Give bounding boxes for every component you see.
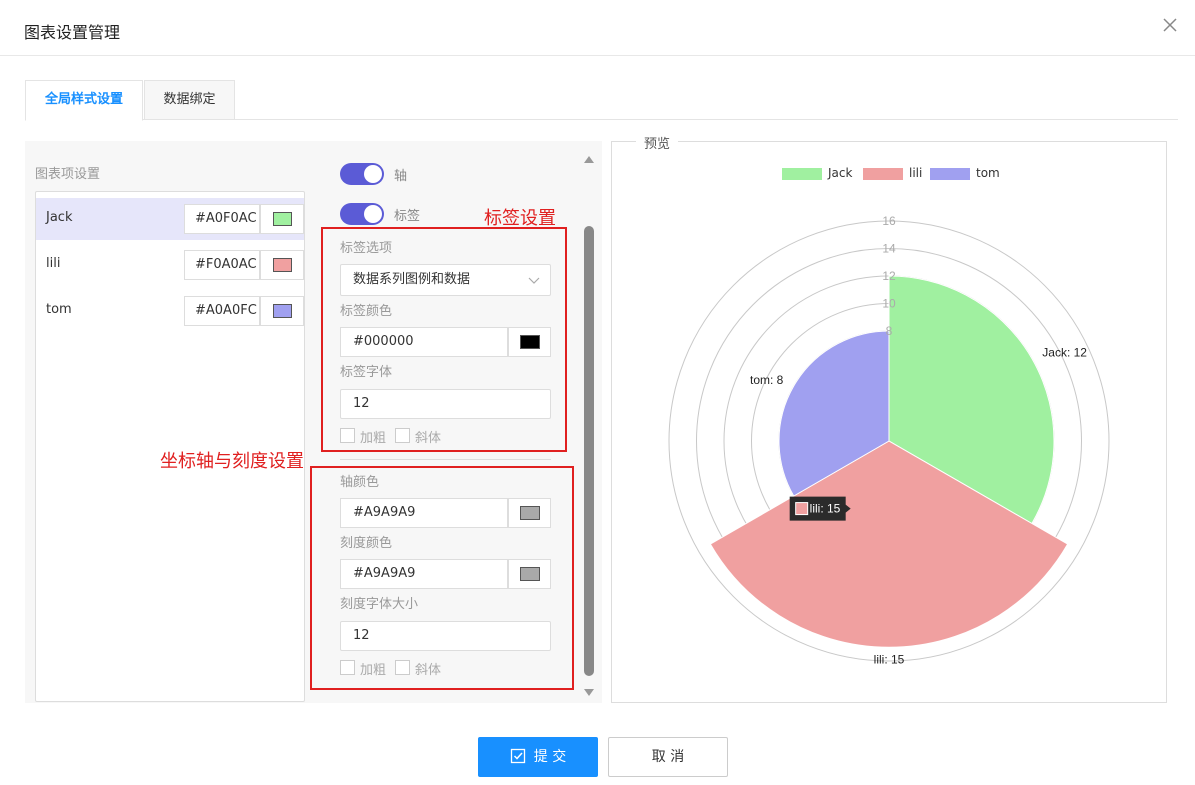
tick-label: 14: [882, 242, 896, 256]
color-swatch: [273, 304, 292, 318]
preview-panel: 预览 Jack lili tom 8 10 12 14 16 Jack: 12 lili: …: [611, 133, 1167, 703]
submit-label: 提 交: [533, 749, 567, 765]
section-divider: [340, 459, 551, 460]
chart-items-label: 图表项设置: [35, 167, 101, 182]
submit-button[interactable]: 提 交: [478, 737, 598, 777]
tab-data-binding[interactable]: 数据绑定: [144, 80, 235, 120]
chart-settings-dialog: 图表设置管理 全局样式设置 数据绑定 图表项设置 Jack #A0F0AC li…: [0, 0, 1195, 785]
scroll-up-arrow-icon[interactable]: [584, 156, 594, 163]
check-square-icon: [510, 748, 525, 764]
chart-tooltip: lili: 15: [789, 496, 851, 521]
color-swatch: [273, 212, 292, 226]
toggle-knob: [364, 205, 382, 223]
list-item[interactable]: Jack #A0F0AC: [36, 198, 304, 240]
axis-toggle[interactable]: [340, 163, 384, 185]
color-picker-button[interactable]: [260, 296, 304, 326]
tick-label: 12: [882, 269, 896, 283]
label-settings-annotation: 标签设置: [484, 208, 556, 229]
data-label: lili: 15: [874, 652, 905, 666]
close-icon[interactable]: [1161, 16, 1179, 34]
color-swatch: [273, 258, 292, 272]
tab-bar: 全局样式设置 数据绑定: [25, 80, 1178, 121]
tooltip-text: lili: 15: [810, 502, 841, 516]
item-color-input[interactable]: #A0F0AC: [184, 204, 260, 234]
axis-settings-highlight: [310, 466, 574, 690]
tooltip-swatch: [795, 502, 809, 516]
tick-label: 10: [882, 297, 896, 311]
item-name: Jack: [46, 210, 73, 225]
scroll-thumb[interactable]: [584, 226, 594, 676]
axis-toggle-label: 轴: [394, 169, 408, 184]
tick-label: 16: [882, 214, 896, 228]
data-label: tom: 8: [750, 373, 784, 387]
color-picker-button[interactable]: [260, 204, 304, 234]
scrollbar[interactable]: [582, 156, 596, 696]
label-settings-highlight: [321, 227, 567, 452]
item-name: tom: [46, 302, 72, 317]
data-label: Jack: 12: [1042, 346, 1087, 360]
cancel-button[interactable]: 取 消: [608, 737, 728, 777]
list-item[interactable]: lili #F0A0AC: [36, 244, 304, 286]
item-color-input[interactable]: #A0A0FC: [184, 296, 260, 326]
label-toggle[interactable]: [340, 203, 384, 225]
toggle-knob: [364, 165, 382, 183]
scroll-down-arrow-icon[interactable]: [584, 689, 594, 696]
tick-label: 8: [886, 324, 893, 338]
polar-area-chart: 8 10 12 14 16 Jack: 12 lili: 15 tom: 8 lili: 15: [668, 214, 1110, 666]
tab-global-style[interactable]: 全局样式设置: [25, 80, 143, 121]
item-color-input[interactable]: #F0A0AC: [184, 250, 260, 280]
color-picker-button[interactable]: [260, 250, 304, 280]
item-name: lili: [46, 256, 61, 271]
list-item[interactable]: tom #A0A0FC: [36, 290, 304, 332]
label-toggle-label: 标签: [394, 209, 421, 224]
dialog-header: 图表设置管理: [0, 0, 1195, 56]
axis-settings-annotation: 坐标轴与刻度设置: [160, 451, 304, 472]
dialog-title: 图表设置管理: [24, 23, 121, 42]
